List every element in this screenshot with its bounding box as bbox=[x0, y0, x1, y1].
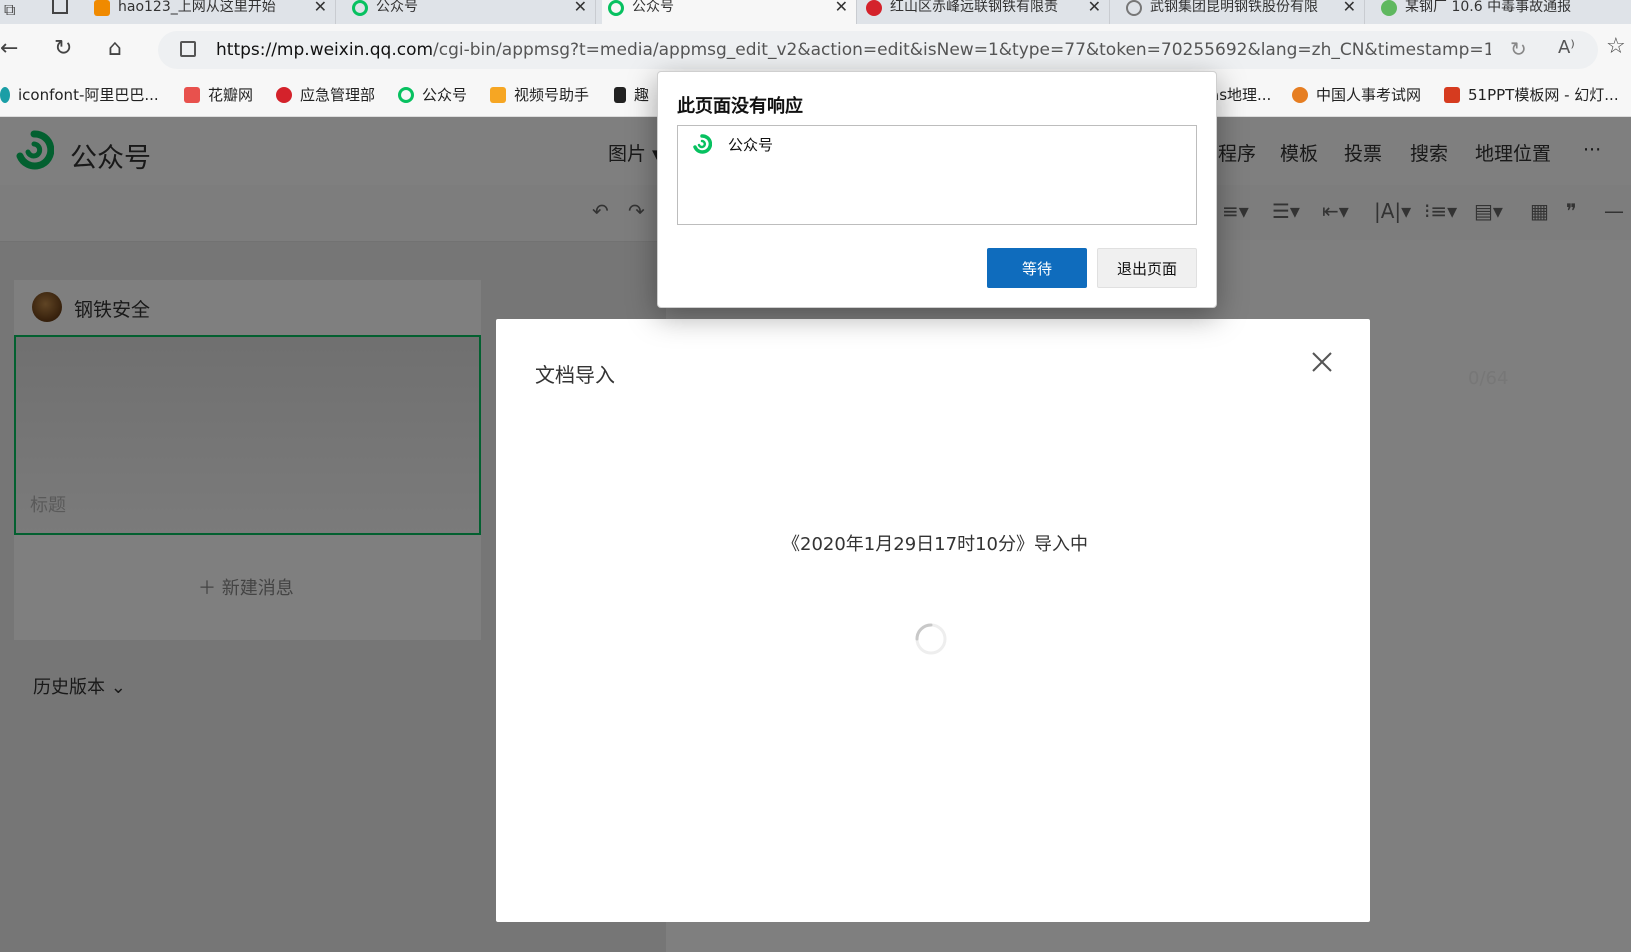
bookmark-label: 51PPT模板网 - 幻灯... bbox=[1468, 86, 1619, 104]
tab-title: 某钢厂 10.6 中毒事故通报 bbox=[1405, 0, 1572, 15]
hao123-icon bbox=[94, 0, 110, 16]
url-text: https://mp.weixin.qq.com/cgi-bin/appmsg?… bbox=[216, 40, 1491, 60]
close-tab-icon[interactable]: ✕ bbox=[314, 0, 327, 16]
url-path: /cgi-bin/appmsg?t=media/appmsg_edit_v2&a… bbox=[433, 40, 1491, 60]
address-bar-row: ← ↻ ⌂ https://mp.weixin.qq.com/cgi-bin/a… bbox=[0, 24, 1631, 76]
gov-emblem-icon bbox=[866, 0, 882, 16]
dialog-title: 文档导入 bbox=[535, 363, 615, 387]
document-import-dialog bbox=[496, 319, 1370, 922]
tab-accident-report[interactable]: 某钢厂 10.6 中毒事故通报 bbox=[1375, 0, 1631, 24]
url-field[interactable]: https://mp.weixin.qq.com/cgi-bin/appmsg?… bbox=[158, 31, 1598, 69]
bookmark-geo[interactable]: as地理... bbox=[1210, 84, 1271, 105]
huaban-icon bbox=[184, 86, 200, 103]
wechat-mp-icon bbox=[608, 0, 624, 16]
tab-title: 红山区赤峰远联钢铁有限责 bbox=[890, 0, 1058, 15]
channels-icon bbox=[490, 86, 506, 103]
tab-title: hao123_上网从这里开始 bbox=[118, 0, 276, 15]
bookmark-wechat-mp[interactable]: 公众号 bbox=[398, 84, 467, 105]
bookmark-qu[interactable]: 趣 bbox=[614, 84, 649, 105]
wechat-mp-icon bbox=[398, 86, 414, 103]
tab-title: 公众号 bbox=[376, 0, 418, 15]
favorite-star-icon[interactable]: ☆ bbox=[1606, 34, 1626, 59]
close-tab-icon[interactable]: ✕ bbox=[1343, 0, 1356, 16]
exit-page-button[interactable]: 退出页面 bbox=[1097, 248, 1197, 288]
bookmark-huaban[interactable]: 花瓣网 bbox=[184, 84, 253, 105]
dialog-title: 此页面没有响应 bbox=[677, 96, 803, 117]
bookmark-label: 公众号 bbox=[422, 86, 468, 104]
read-aloud-icon[interactable]: A⁾ bbox=[1558, 37, 1575, 58]
bookmark-emergency-ministry[interactable]: 应急管理部 bbox=[276, 84, 375, 105]
wechat-mp-icon bbox=[693, 134, 712, 154]
bookmark-cpta[interactable]: 中国人事考试网 bbox=[1292, 84, 1421, 105]
loading-spinner-icon bbox=[915, 623, 947, 655]
bookmark-channels-helper[interactable]: 视频号助手 bbox=[490, 84, 589, 105]
gov-emblem-icon bbox=[276, 86, 292, 103]
tab-title: 武钢集团昆明钢铁股份有限 bbox=[1150, 0, 1318, 15]
unresponsive-page-item: 公众号 bbox=[728, 136, 774, 154]
iconfont-icon bbox=[0, 86, 10, 103]
bookmark-label: iconfont-阿里巴巴... bbox=[18, 86, 159, 104]
qu-icon bbox=[614, 86, 626, 103]
bookmark-label: as地理... bbox=[1210, 86, 1272, 104]
close-tab-icon[interactable]: ✕ bbox=[574, 0, 587, 16]
tab-wechat-mp-1[interactable]: 公众号 ✕ bbox=[346, 0, 596, 24]
bookmark-51ppt[interactable]: 51PPT模板网 - 幻灯... bbox=[1444, 84, 1619, 105]
title-char-count: 0/64 bbox=[1468, 368, 1509, 389]
wechat-icon bbox=[1381, 0, 1397, 16]
cpta-icon bbox=[1292, 86, 1308, 103]
vertical-tabs-icon[interactable] bbox=[52, 0, 68, 14]
51ppt-icon bbox=[1444, 86, 1460, 103]
bookmark-label: 趣 bbox=[634, 86, 650, 104]
wechat-mp-icon bbox=[352, 0, 368, 16]
home-icon[interactable]: ⌂ bbox=[108, 36, 122, 61]
close-tab-icon[interactable]: ✕ bbox=[1088, 0, 1101, 16]
wait-button[interactable]: 等待 bbox=[987, 248, 1087, 288]
close-icon[interactable] bbox=[1307, 347, 1337, 377]
tab-actions-icon[interactable]: ⧉ bbox=[4, 0, 15, 20]
bookmark-label: 花瓣网 bbox=[208, 86, 254, 104]
tab-title: 公众号 bbox=[632, 0, 674, 15]
back-icon[interactable]: ← bbox=[0, 36, 18, 61]
close-tab-icon[interactable]: ✕ bbox=[835, 0, 848, 16]
bookmark-label: 中国人事考试网 bbox=[1316, 86, 1422, 104]
bookmark-label: 应急管理部 bbox=[300, 86, 376, 104]
lock-icon bbox=[180, 41, 196, 57]
import-status-text: 《2020年1月29日17时10分》导入中 bbox=[782, 534, 1088, 555]
tab-hao123[interactable]: hao123_上网从这里开始 ✕ bbox=[88, 0, 336, 24]
tab-kunming-steel[interactable]: 武钢集团昆明钢铁股份有限 ✕ bbox=[1120, 0, 1365, 24]
browser-tab-bar: ⧉ hao123_上网从这里开始 ✕ 公众号 ✕ 公众号 ✕ 红山区赤峰远联钢铁… bbox=[0, 0, 1631, 24]
globe-icon bbox=[1126, 0, 1142, 16]
tab-wechat-mp-active[interactable]: 公众号 ✕ bbox=[602, 0, 857, 24]
bookmark-iconfont[interactable]: iconfont-阿里巴巴... bbox=[0, 84, 159, 105]
bookmark-label: 视频号助手 bbox=[514, 86, 590, 104]
tab-hongshan-steel[interactable]: 红山区赤峰远联钢铁有限责 ✕ bbox=[860, 0, 1110, 24]
refresh-icon[interactable]: ↻ bbox=[54, 36, 72, 61]
edge-refresh-icon[interactable]: ↻ bbox=[1510, 37, 1527, 61]
url-domain: https://mp.weixin.qq.com bbox=[216, 40, 434, 60]
